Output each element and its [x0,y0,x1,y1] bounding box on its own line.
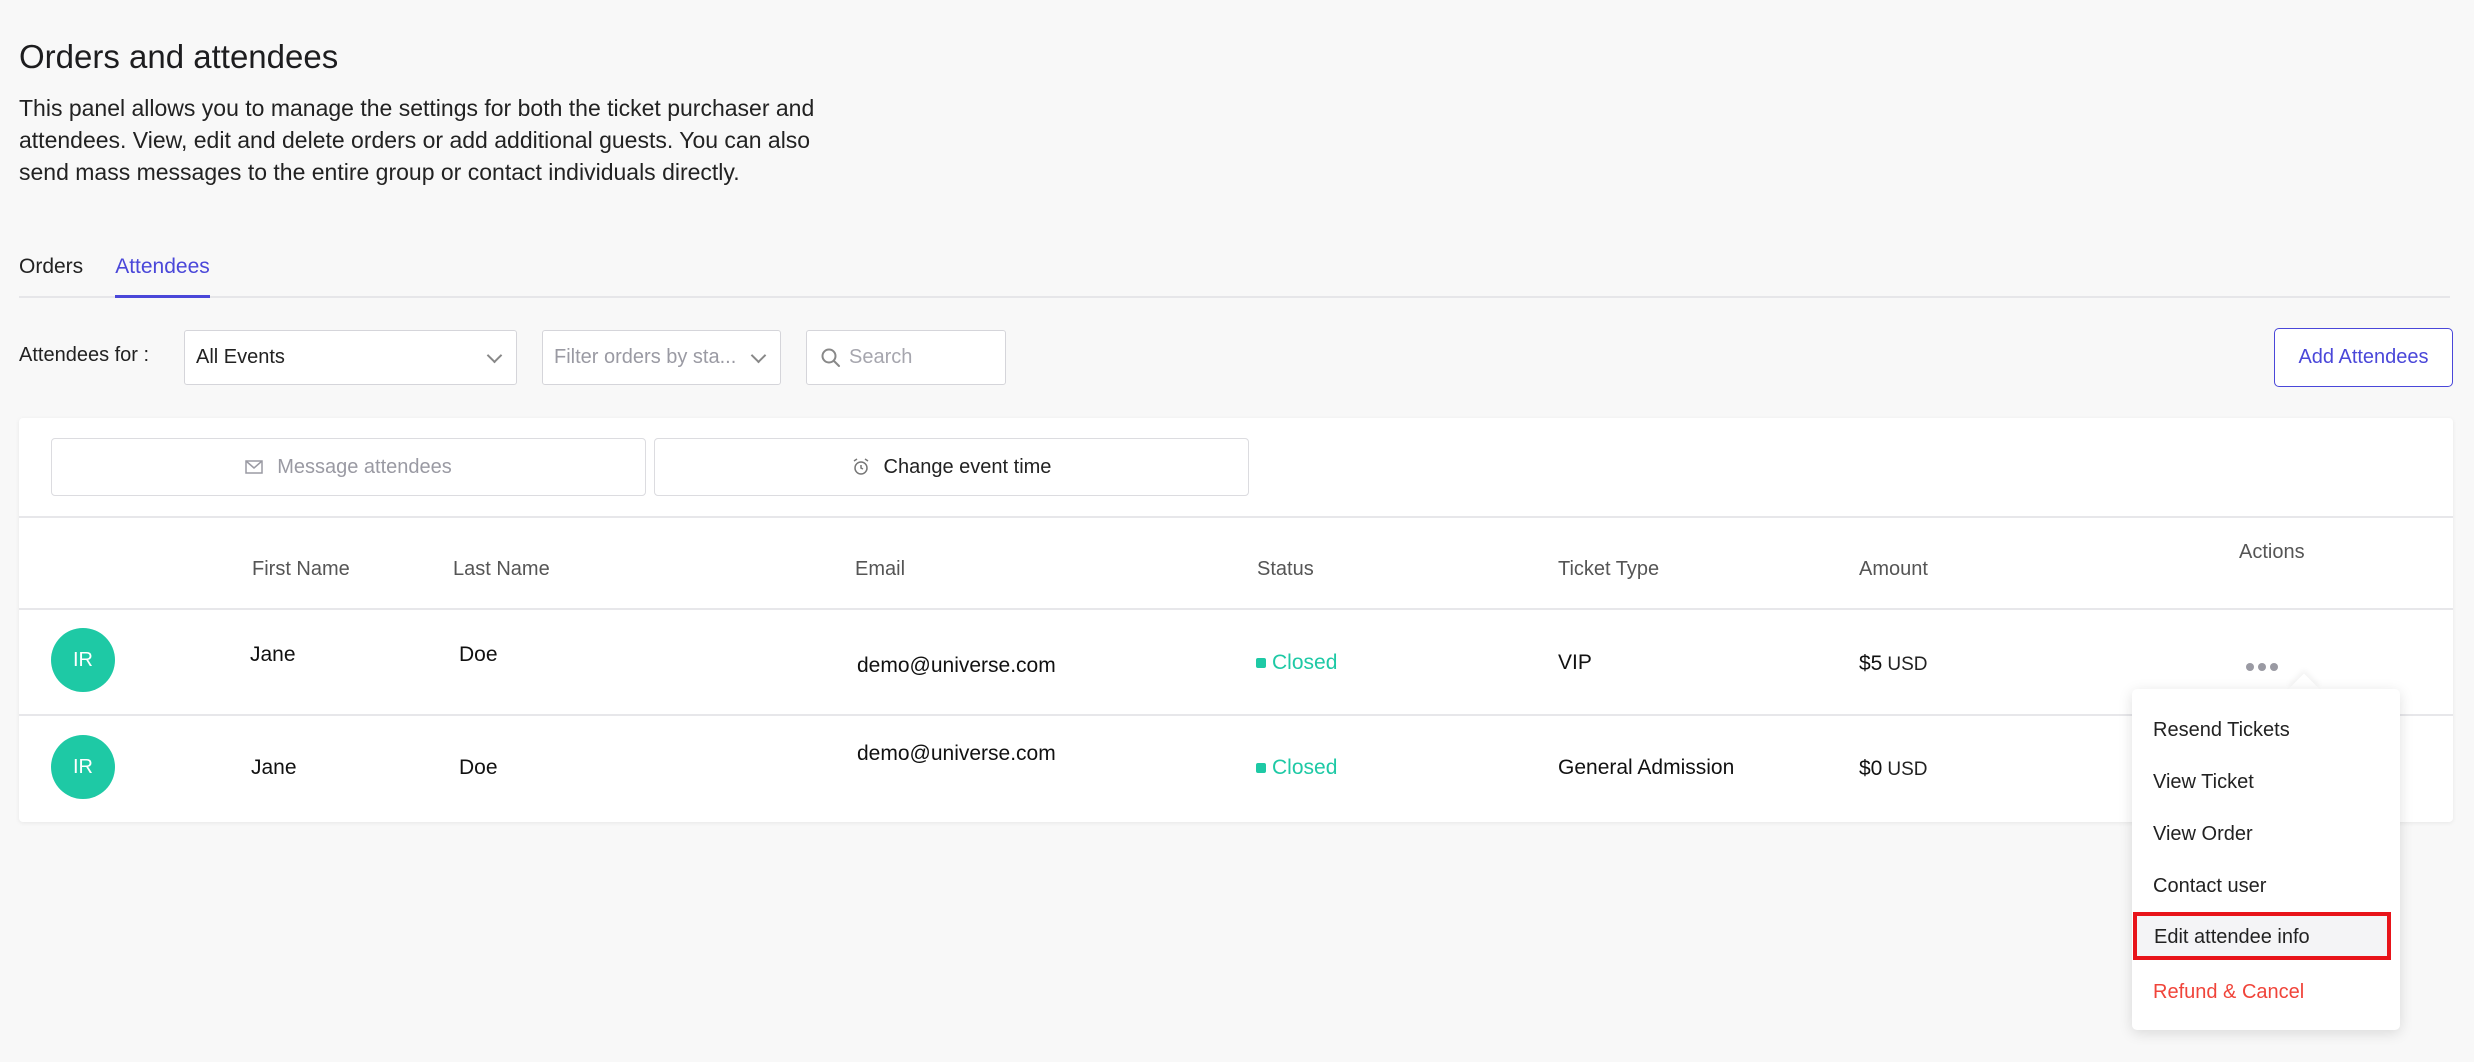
attendees-panel: Message attendees Change event time Firs… [19,418,2453,822]
more-dots-icon[interactable] [2246,663,2278,671]
page-description: This panel allows you to manage the sett… [19,95,815,185]
chevron-down-icon [750,347,767,364]
first-name: Jane [250,643,296,666]
tab-bar: Orders Attendees [19,248,2450,298]
avatar: IR [51,628,115,692]
header-actions: Actions [2239,541,2305,563]
header-amount: Amount [1859,558,1928,580]
search-input[interactable]: Search [806,330,1006,385]
email: demo@universe.com [857,654,1056,677]
amount-value: $5 [1859,652,1883,675]
amount-currency: USD [1887,759,1928,780]
add-attendees-button[interactable]: Add Attendees [2274,328,2453,387]
menu-item-contact-user[interactable]: Contact user [2153,875,2266,898]
email: demo@universe.com [857,742,1056,765]
row-actions-menu: Resend Tickets View Ticket View Order Co… [2132,689,2400,1030]
search-icon [821,348,840,367]
message-attendees-label: Message attendees [277,455,452,478]
search-placeholder: Search [849,346,913,368]
table-row[interactable]: IR Jane Doe demo@universe.com Closed VIP… [19,608,2453,716]
avatar: IR [51,735,115,799]
menu-item-edit-attendee-info[interactable]: Edit attendee info [2154,926,2310,949]
last-name: Doe [459,756,498,779]
menu-item-refund-cancel[interactable]: Refund & Cancel [2153,981,2304,1004]
status-dot [1256,658,1266,668]
header-status: Status [1257,558,1314,580]
table-row[interactable]: IR Jane Doe demo@universe.com Closed Gen… [19,716,2453,824]
message-attendees-button[interactable]: Message attendees [51,438,646,496]
attendees-for-label: Attendees for : [19,344,150,366]
tab-orders[interactable]: Orders [19,248,83,298]
ticket-type: VIP [1558,651,1592,674]
menu-item-highlight[interactable]: Edit attendee info [2133,912,2391,960]
first-name: Jane [251,756,297,779]
amount-currency: USD [1887,654,1928,675]
bulk-action-bar: Message attendees Change event time [19,418,2453,518]
menu-item-view-order[interactable]: View Order [2153,823,2253,846]
page-title: Orders and attendees [19,38,339,75]
status-badge: Closed [1256,756,1337,780]
header-ticket-type: Ticket Type [1558,558,1660,580]
status-badge: Closed [1256,651,1337,675]
events-select[interactable]: All Events [184,330,517,385]
header-first-name: First Name [252,558,350,580]
tab-attendees[interactable]: Attendees [115,248,210,298]
amount: $5 USD [1859,652,1927,676]
header-last-name: Last Name [453,558,550,580]
chevron-down-icon [486,347,503,364]
events-select-value: All Events [196,346,285,368]
last-name: Doe [459,643,498,666]
menu-item-view-ticket[interactable]: View Ticket [2153,771,2254,794]
change-event-time-label: Change event time [883,455,1052,478]
alarm-clock-icon [853,458,868,475]
header-email: Email [855,558,906,580]
envelope-icon [245,460,263,474]
status-label: Closed [1272,756,1338,779]
status-label: Closed [1272,651,1338,674]
amount: $0 USD [1859,757,1927,781]
change-event-time-button[interactable]: Change event time [654,438,1249,496]
amount-value: $0 [1859,757,1883,780]
menu-item-resend-tickets[interactable]: Resend Tickets [2153,719,2290,742]
status-filter-placeholder: Filter orders by sta... [554,346,737,368]
status-filter-select[interactable]: Filter orders by sta... [542,330,781,385]
status-dot [1256,763,1266,773]
ticket-type: General Admission [1558,756,1735,779]
